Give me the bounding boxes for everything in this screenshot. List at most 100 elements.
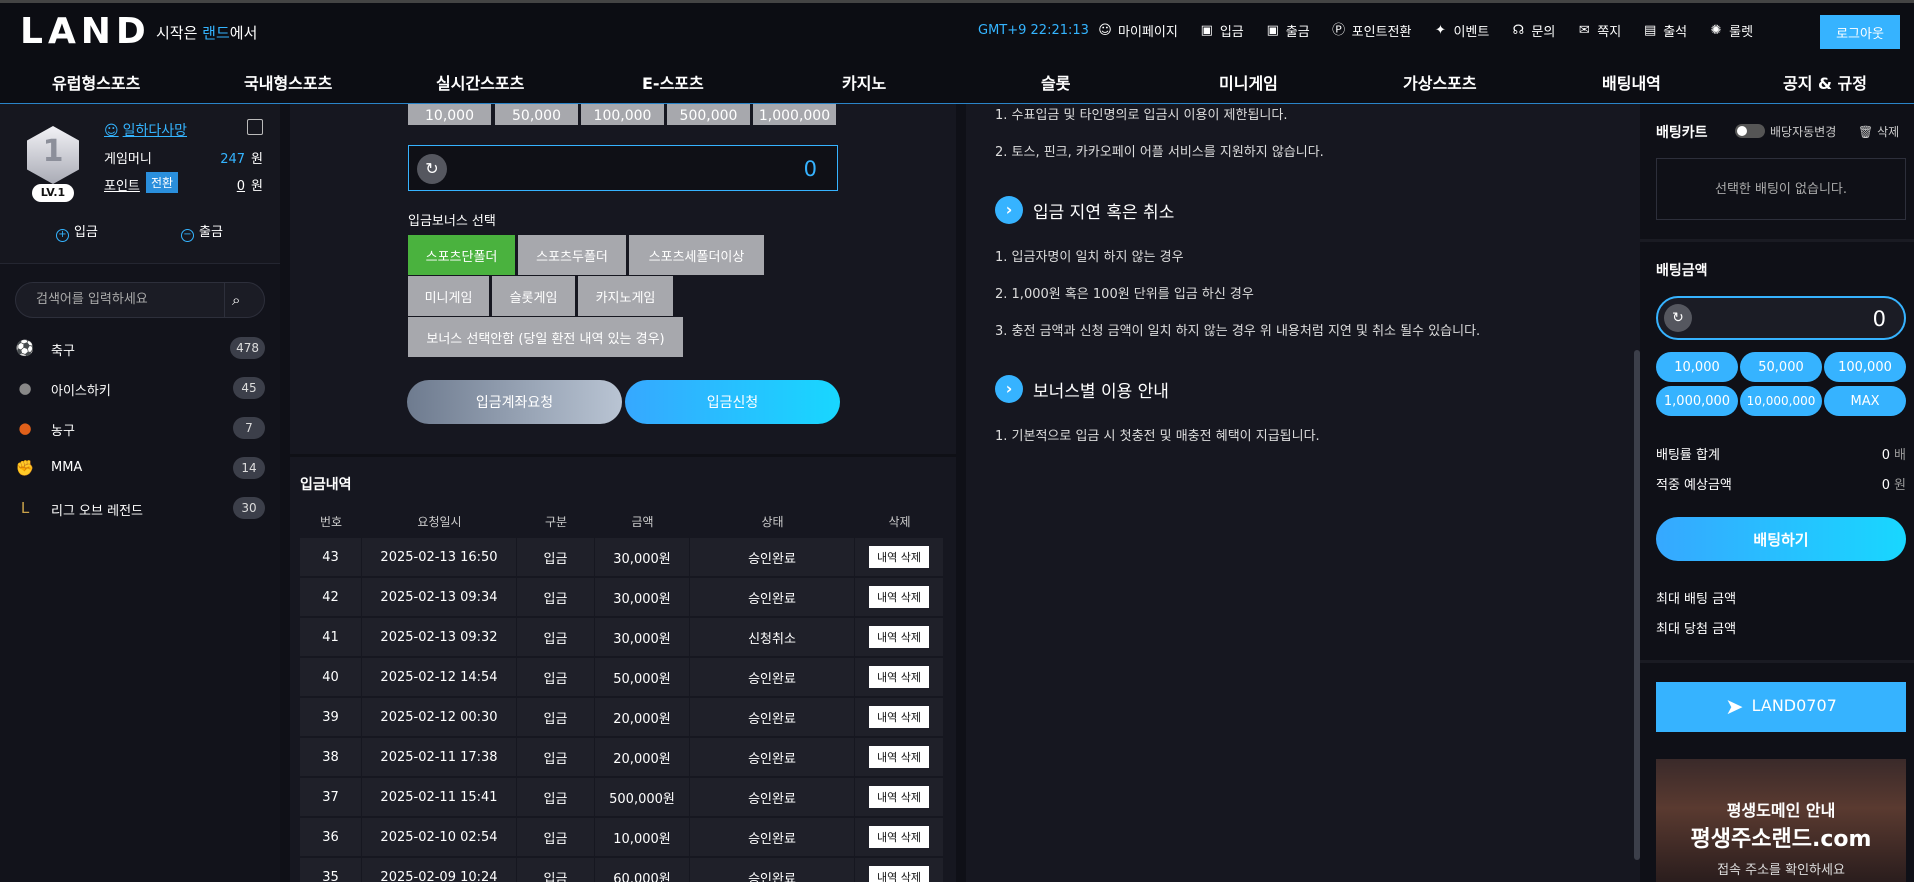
delete-history-button[interactable]: 내역 삭제 (869, 666, 929, 688)
delete-history-button[interactable]: 내역 삭제 (869, 786, 929, 808)
site-logo[interactable]: LAND (20, 11, 151, 52)
max-bet-label: 최대 배팅 금액 (1656, 592, 1737, 607)
nav-item[interactable]: 슬롯 (1041, 70, 1070, 94)
top-menu-item[interactable]: ☺ 마이페이지 (1097, 21, 1178, 41)
history-title: 입금내역 (300, 477, 352, 493)
bonus-option-button[interactable]: 슬롯게임 (492, 276, 575, 316)
nav-item[interactable]: 카지노 (842, 70, 886, 94)
sidebar-sport-item[interactable]: ● 아이스하키 45 (15, 375, 265, 403)
bet-amount-field[interactable]: ↻ 0 (1656, 296, 1906, 340)
bet-amount-chip[interactable]: 100,000 (1824, 352, 1906, 382)
top-menu-item[interactable]: ✉ 쪽지 (1576, 21, 1621, 41)
logout-icon[interactable] (247, 119, 263, 135)
amount-chip-button[interactable]: 500,000 (667, 104, 750, 125)
nav-item[interactable]: 유럽형스포츠 (52, 70, 140, 94)
delete-history-button[interactable]: 내역 삭제 (869, 626, 929, 648)
sidebar-sport-item[interactable]: ✊ MMA 14 (15, 455, 265, 483)
sidebar-sport-item[interactable]: ● 농구 7 (15, 415, 265, 443)
delete-history-button[interactable]: 내역 삭제 (869, 706, 929, 728)
expected-win-unit: 원 (1894, 478, 1906, 493)
delete-history-button[interactable]: 내역 삭제 (869, 586, 929, 608)
bonus-option-button[interactable]: 스포츠두폴더 (518, 235, 626, 275)
tagline: 시작은 랜드에서 (156, 22, 257, 43)
row-date: 2025-02-10 02:54 (362, 818, 517, 856)
auto-odds-toggle[interactable] (1735, 124, 1765, 138)
bet-amount-chip[interactable]: 10,000,000 (1740, 386, 1822, 416)
amount-chip-button[interactable]: 100,000 (581, 104, 664, 125)
sidebar-withdraw-link[interactable]: − 출금 (181, 221, 223, 242)
request-account-button[interactable]: 입금계좌요청 (407, 380, 622, 424)
table-row: 43 2025-02-13 16:50 입금 30,000원 승인완료 내역 삭제 (300, 538, 944, 576)
delete-history-button[interactable]: 내역 삭제 (869, 546, 929, 568)
amount-chip-button[interactable]: 50,000 (495, 104, 578, 125)
notice-panel: 1. 수표입금 및 타인명의로 입금시 이용이 제한됩니다. 2. 토스, 핀크… (966, 104, 1638, 882)
amount-chip-button[interactable]: 10,000 (408, 104, 491, 125)
chevron-right-icon: › (995, 196, 1023, 224)
soccer-ball-icon: ⚽ (15, 339, 35, 357)
nav-item[interactable]: 공지 & 규정 (1783, 70, 1867, 94)
username-link[interactable]: ☺ 일하다사망 (104, 120, 187, 140)
clear-betslip-button[interactable]: 🗑︎ 삭제 (1858, 123, 1899, 140)
top-menu-item[interactable]: ✦ 이벤트 (1432, 21, 1489, 41)
top-menu-item[interactable]: Ⓟ 포인트전환 (1331, 21, 1411, 41)
delete-history-button[interactable]: 내역 삭제 (869, 866, 929, 882)
top-menu-item[interactable]: ▣ 출금 (1265, 21, 1310, 41)
search-input[interactable] (36, 292, 216, 307)
bet-amount-chip[interactable]: MAX (1824, 386, 1906, 416)
logout-button[interactable]: 로그아웃 (1820, 15, 1900, 49)
sidebar-deposit-link[interactable]: + 입금 (56, 221, 98, 242)
nav-item[interactable]: E-스포츠 (642, 70, 704, 94)
banner-line1: 평생도메인 안내 (1726, 801, 1836, 820)
row-delete-cell: 내역 삭제 (855, 738, 944, 776)
deposit-icon: ▣ (1200, 22, 1213, 38)
nav-item[interactable]: 배팅내역 (1602, 70, 1661, 94)
point-label[interactable]: 포인트 (104, 175, 140, 194)
deposit-amount-field[interactable]: ↻ 0 (408, 145, 838, 191)
request-deposit-button[interactable]: 입금신청 (625, 380, 840, 424)
deposit-history-table: 번호 요청일시 구분 금액 상태 삭제 43 2025-02-13 16:50 입금 30,00… (300, 504, 944, 882)
search-icon[interactable]: ⌕ (232, 291, 252, 311)
domain-banner[interactable]: 평생도메인 안내 평생주소랜드.com 접속 주소를 확인하세요 (1656, 759, 1906, 882)
amount-chip-button[interactable]: 1,000,000 (753, 104, 836, 125)
bet-amount-chip[interactable]: 10,000 (1656, 352, 1738, 382)
sidebar-sport-item[interactable]: ⚽ 축구 478 (15, 335, 265, 363)
top-menu-item[interactable]: ▤ 출석 (1642, 21, 1687, 41)
row-amount: 20,000원 (595, 738, 690, 776)
search-box: ⌕ (15, 282, 265, 318)
point-icon: Ⓟ (1332, 22, 1346, 38)
top-menu-item[interactable]: ▣ 입금 (1199, 21, 1244, 41)
delete-history-button[interactable]: 내역 삭제 (869, 746, 929, 768)
sport-count-badge: 478 (230, 337, 265, 359)
table-body: 43 2025-02-13 16:50 입금 30,000원 승인완료 내역 삭제 42 20… (300, 538, 944, 882)
reset-icon[interactable]: ↻ (1664, 304, 1692, 332)
bet-amount-chip[interactable]: 1,000,000 (1656, 386, 1738, 416)
bonus-info-title: 보너스별 이용 안내 (1033, 381, 1169, 402)
telegram-button[interactable]: ➤ LAND0707 (1656, 682, 1906, 732)
nav-item[interactable]: 미니게임 (1219, 70, 1278, 94)
bonus-option-button[interactable]: 미니게임 (408, 276, 489, 316)
point-convert-button[interactable]: 전환 (146, 172, 179, 193)
gift-icon: ✦ (1435, 22, 1446, 38)
basketball-icon: ● (18, 419, 32, 437)
sport-name: 농구 (51, 424, 75, 439)
row-amount: 60,000원 (595, 858, 690, 882)
row-type: 입금 (517, 578, 595, 616)
bet-amount-chip[interactable]: 50,000 (1740, 352, 1822, 382)
row-type: 입금 (517, 698, 595, 736)
reset-icon[interactable]: ↻ (417, 154, 447, 184)
sport-count-badge: 7 (233, 417, 265, 439)
bonus-option-button[interactable]: 스포츠단폴더 (408, 235, 515, 275)
sidebar-sport-item[interactable]: L 리그 오브 레전드 30 (15, 495, 265, 523)
top-menu-item[interactable]: ☊ 문의 (1510, 21, 1556, 41)
delete-history-button[interactable]: 내역 삭제 (869, 826, 929, 848)
sport-name: 리그 오브 레전드 (51, 504, 143, 519)
top-menu-item[interactable]: ✺ 룰렛 (1708, 21, 1753, 41)
bonus-option-button[interactable]: 보너스 선택안함 (당일 환전 내역 있는 경우) (408, 317, 683, 357)
row-delete-cell: 내역 삭제 (855, 578, 944, 616)
bonus-option-button[interactable]: 스포츠세폴더이상 (629, 235, 764, 275)
nav-item[interactable]: 가상스포츠 (1403, 70, 1477, 94)
bonus-option-button[interactable]: 카지노게임 (578, 276, 673, 316)
nav-item[interactable]: 실시간스포츠 (436, 70, 524, 94)
place-bet-button[interactable]: 배팅하기 (1656, 517, 1906, 561)
nav-item[interactable]: 국내형스포츠 (244, 70, 332, 94)
